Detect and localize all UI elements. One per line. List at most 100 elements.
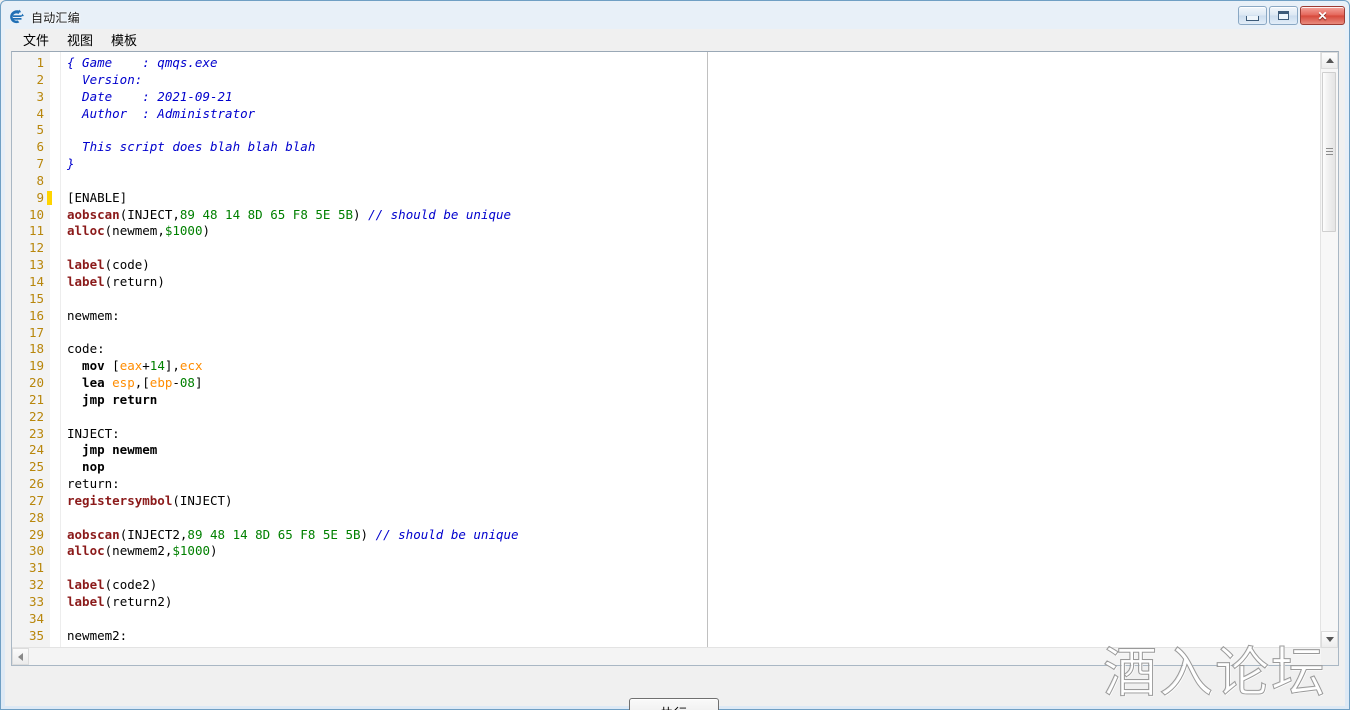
- token-fn: aobscan: [67, 527, 120, 542]
- code-line[interactable]: 5: [12, 122, 1338, 139]
- window-title: 自动汇编: [31, 9, 80, 26]
- code-text: newmem:: [67, 308, 120, 325]
- title-bar[interactable]: 自动汇编 ✕: [5, 5, 1345, 29]
- code-line[interactable]: 34: [12, 611, 1338, 628]
- vertical-scrollbar-thumb[interactable]: [1322, 72, 1336, 232]
- line-number: 6: [12, 139, 44, 156]
- code-text: [ENABLE]: [67, 190, 127, 207]
- line-number: 28: [12, 510, 44, 527]
- token-cmt: // should be unique: [368, 207, 511, 222]
- code-line[interactable]: 26return:: [12, 476, 1338, 493]
- code-text: label(code): [67, 257, 150, 274]
- scroll-left-button[interactable]: [12, 648, 29, 665]
- code-line[interactable]: 31: [12, 560, 1338, 577]
- code-line[interactable]: 33label(return2): [12, 594, 1338, 611]
- code-line[interactable]: 8: [12, 173, 1338, 190]
- code-line[interactable]: 28: [12, 510, 1338, 527]
- line-number: 31: [12, 560, 44, 577]
- execute-button[interactable]: 执行: [629, 698, 719, 710]
- code-line[interactable]: 3 Date : 2021-09-21: [12, 89, 1338, 106]
- token-reg: ebp: [150, 375, 173, 390]
- token-fn: label: [67, 257, 105, 272]
- token-fn: label: [67, 577, 105, 592]
- line-number: 27: [12, 493, 44, 510]
- line-number: 29: [12, 527, 44, 544]
- code-line[interactable]: 27registersymbol(INJECT): [12, 493, 1338, 510]
- code-line[interactable]: 1{ Game : qmqs.exe: [12, 55, 1338, 72]
- editor-viewport[interactable]: 1{ Game : qmqs.exe2 Version:3 Date : 202…: [12, 52, 1338, 665]
- code-line[interactable]: 23INJECT:: [12, 426, 1338, 443]
- token-cmt: Author : Administrator: [67, 106, 255, 121]
- code-text: return:: [67, 476, 120, 493]
- code-line[interactable]: 35newmem2:: [12, 628, 1338, 645]
- code-line[interactable]: 25 nop: [12, 459, 1338, 476]
- code-line[interactable]: 21 jmp return: [12, 392, 1338, 409]
- code-line[interactable]: 12: [12, 240, 1338, 257]
- code-line[interactable]: 17: [12, 325, 1338, 342]
- token-op: jmp newmem: [67, 442, 157, 457]
- token-plain: ): [353, 207, 368, 222]
- code-line[interactable]: 2 Version:: [12, 72, 1338, 89]
- scroll-down-button[interactable]: [1321, 631, 1338, 648]
- line-number: 4: [12, 106, 44, 123]
- close-button[interactable]: ✕: [1300, 6, 1345, 25]
- token-cmt: // should be unique: [376, 527, 519, 542]
- code-text: label(return): [67, 274, 165, 291]
- code-text: }: [67, 156, 75, 173]
- editor-vertical-scrollbar[interactable]: [1320, 52, 1338, 648]
- code-text: Version:: [67, 72, 142, 89]
- line-number: 10: [12, 207, 44, 224]
- token-plain: (return2): [105, 594, 173, 609]
- application-window: 自动汇编 ✕ 文件 视图: [0, 0, 1350, 710]
- code-line[interactable]: 6 This script does blah blah blah: [12, 139, 1338, 156]
- token-plain: newmem2:: [67, 628, 127, 643]
- code-text: code:: [67, 341, 105, 358]
- code-content[interactable]: 1{ Game : qmqs.exe2 Version:3 Date : 202…: [12, 55, 1338, 645]
- code-line[interactable]: 22: [12, 409, 1338, 426]
- code-line[interactable]: 11alloc(newmem,$1000): [12, 223, 1338, 240]
- code-text: INJECT:: [67, 426, 120, 443]
- token-plain: ): [361, 527, 376, 542]
- code-line[interactable]: 24 jmp newmem: [12, 442, 1338, 459]
- line-number: 24: [12, 442, 44, 459]
- code-line[interactable]: 32label(code2): [12, 577, 1338, 594]
- token-fn: alloc: [67, 223, 105, 238]
- token-fn: aobscan: [67, 207, 120, 222]
- code-line[interactable]: 13label(code): [12, 257, 1338, 274]
- code-line[interactable]: 19 mov [eax+14],ecx: [12, 358, 1338, 375]
- code-line[interactable]: 7}: [12, 156, 1338, 173]
- menu-item-view[interactable]: 视图: [58, 28, 102, 52]
- scroll-up-button[interactable]: [1321, 52, 1338, 69]
- code-text: aobscan(INJECT,89 48 14 8D 65 F8 5E 5B) …: [67, 207, 511, 224]
- code-line[interactable]: 4 Author : Administrator: [12, 106, 1338, 123]
- code-line[interactable]: 29aobscan(INJECT2,89 48 14 8D 65 F8 5E 5…: [12, 527, 1338, 544]
- token-plain: ]: [195, 375, 203, 390]
- code-text: alloc(newmem2,$1000): [67, 543, 218, 560]
- token-reg: ecx: [180, 358, 203, 373]
- script-editor[interactable]: 1{ Game : qmqs.exe2 Version:3 Date : 202…: [11, 51, 1339, 666]
- token-num: $1000: [172, 543, 210, 558]
- line-number: 34: [12, 611, 44, 628]
- editor-horizontal-scrollbar[interactable]: [12, 647, 1321, 665]
- maximize-button[interactable]: [1269, 6, 1298, 25]
- menu-item-file[interactable]: 文件: [14, 28, 58, 52]
- code-line[interactable]: 30alloc(newmem2,$1000): [12, 543, 1338, 560]
- close-icon: ✕: [1317, 10, 1327, 22]
- chevron-left-icon: [18, 653, 23, 661]
- token-plain: (INJECT): [172, 493, 232, 508]
- code-line[interactable]: 10 aobscan(INJECT,89 48 14 8D 65 F8 5E 5B…: [12, 207, 1338, 224]
- code-line[interactable]: 9[ENABLE]: [12, 190, 1338, 207]
- line-number: 32: [12, 577, 44, 594]
- code-text: Date : 2021-09-21: [67, 89, 233, 106]
- code-line[interactable]: 14label(return): [12, 274, 1338, 291]
- code-line[interactable]: 18code:: [12, 341, 1338, 358]
- client-area: 文件 视图 模板 1{ Game : qmqs.exe2 Version:3 D…: [5, 29, 1345, 706]
- token-op: mov: [67, 358, 112, 373]
- code-line[interactable]: 20 lea esp,[ebp-08]: [12, 375, 1338, 392]
- minimize-button[interactable]: [1238, 6, 1267, 25]
- code-line[interactable]: 16newmem:: [12, 308, 1338, 325]
- token-plain: code:: [67, 341, 105, 356]
- code-line[interactable]: 15: [12, 291, 1338, 308]
- menu-item-template[interactable]: 模板: [102, 28, 146, 52]
- current-line-marker: [47, 191, 52, 205]
